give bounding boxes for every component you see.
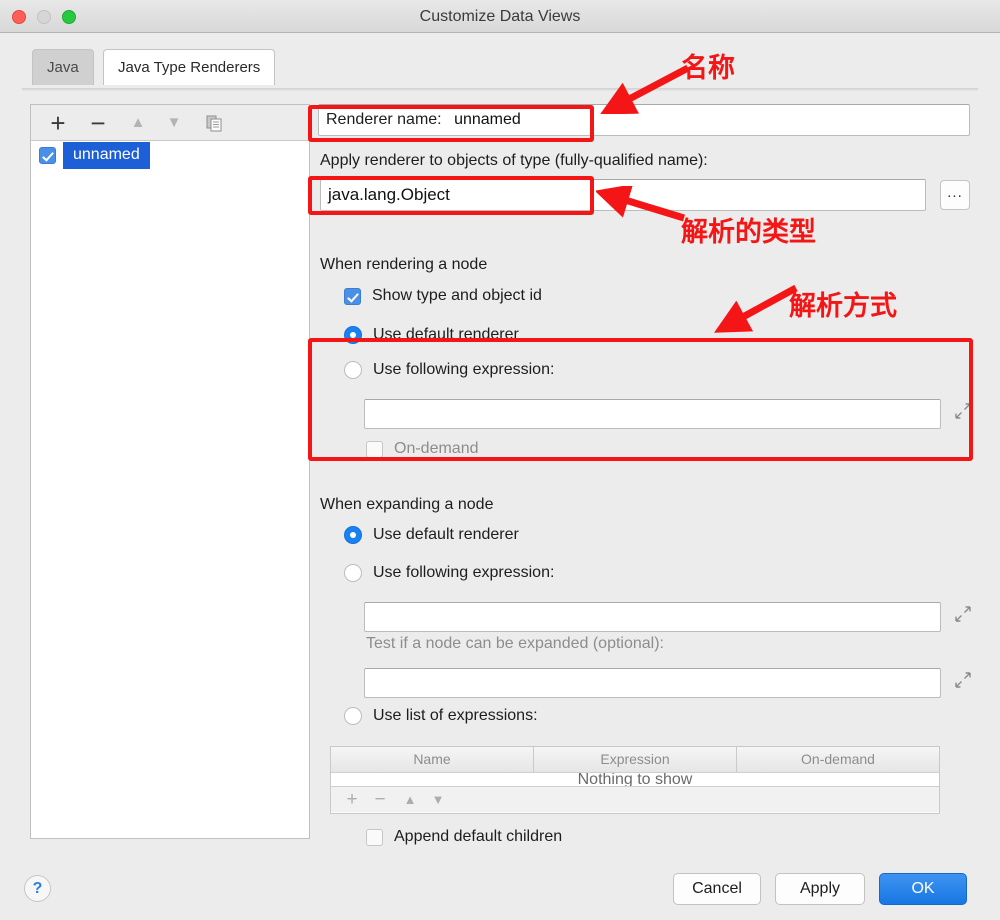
expand-editor-icon[interactable]: [952, 670, 974, 692]
expand-editor-icon[interactable]: [952, 401, 974, 423]
remove-renderer-button[interactable]: −: [81, 105, 115, 141]
renderer-list-toolbar: + − ▲ ▼: [31, 105, 309, 141]
expressions-table: Name Expression On-demand Nothing to sho…: [330, 746, 940, 814]
duplicate-icon[interactable]: [199, 105, 229, 141]
annotation-label-type: 解析的类型: [681, 217, 816, 248]
show-type-checkbox[interactable]: [344, 287, 361, 305]
table-remove-button[interactable]: −: [369, 787, 391, 812]
renderer-name-input[interactable]: Renderer name: unnamed: [318, 104, 970, 136]
expanding-use-default-label: Use default renderer: [373, 526, 519, 543]
table-add-button[interactable]: +: [341, 787, 363, 812]
column-header-name[interactable]: Name: [331, 747, 534, 772]
rendering-use-expression-label: Use following expression:: [373, 361, 555, 378]
annotation-label-name: 名称: [681, 53, 735, 84]
renderer-detail-pane: Renderer name: unnamed Apply renderer to…: [318, 104, 971, 846]
renderer-name-value: unnamed: [454, 111, 521, 128]
dialog-content: + − ▲ ▼ unnamed Renderer name: unnamed A…: [22, 91, 978, 847]
append-default-children-label: Append default children: [394, 828, 563, 845]
rendering-section-title: When rendering a node: [320, 256, 488, 273]
browse-type-button[interactable]: ...: [940, 180, 970, 210]
show-type-label: Show type and object id: [372, 287, 542, 304]
rendering-on-demand-row[interactable]: On-demand: [366, 440, 479, 458]
renderer-type-input[interactable]: java.lang.Object: [320, 179, 926, 211]
renderer-list-panel: + − ▲ ▼ unnamed: [30, 104, 310, 839]
expanding-use-list-row[interactable]: Use list of expressions:: [344, 707, 538, 725]
table-move-up-button[interactable]: ▲: [399, 787, 421, 812]
window-title: Customize Data Views: [419, 8, 581, 25]
expanding-expression-input[interactable]: [364, 602, 941, 632]
move-up-button[interactable]: ▲: [123, 105, 153, 141]
append-default-children-checkbox[interactable]: [366, 828, 383, 846]
rendering-use-default-renderer-row[interactable]: Use default renderer: [344, 326, 519, 344]
rendering-use-default-radio[interactable]: [344, 326, 362, 344]
expanding-use-expression-radio[interactable]: [344, 564, 362, 582]
title-bar: Customize Data Views: [0, 0, 1000, 33]
expanding-use-expression-label: Use following expression:: [373, 564, 555, 581]
column-header-expression[interactable]: Expression: [534, 747, 737, 772]
move-down-button[interactable]: ▼: [159, 105, 189, 141]
rendering-use-default-label: Use default renderer: [373, 326, 519, 343]
renderer-type-label: Apply renderer to objects of type (fully…: [320, 152, 708, 169]
ok-button[interactable]: OK: [879, 873, 967, 905]
expanding-use-default-radio[interactable]: [344, 526, 362, 544]
apply-button[interactable]: Apply: [775, 873, 865, 905]
show-type-and-object-id-row[interactable]: Show type and object id: [344, 287, 542, 305]
help-button[interactable]: ?: [24, 875, 51, 902]
tab-bar: Java Java Type Renderers: [0, 33, 1000, 89]
list-item-label: unnamed: [63, 141, 150, 169]
cancel-button[interactable]: Cancel: [673, 873, 761, 905]
rendering-on-demand-label: On-demand: [394, 440, 479, 457]
table-empty-message: Nothing to show: [577, 772, 693, 787]
renderer-name-label: Renderer name:: [326, 111, 442, 128]
tab-java-type-renderers[interactable]: Java Type Renderers: [103, 49, 276, 85]
tab-java[interactable]: Java: [32, 49, 94, 85]
expanding-use-list-label: Use list of expressions:: [373, 707, 538, 724]
column-header-on-demand[interactable]: On-demand: [737, 747, 939, 772]
expanding-test-input[interactable]: [364, 668, 941, 698]
expanding-use-list-radio[interactable]: [344, 707, 362, 725]
expanding-test-label: Test if a node can be expanded (optional…: [366, 635, 664, 652]
dialog-window: Customize Data Views Java Java Type Rend…: [0, 0, 1000, 920]
expanding-section-title: When expanding a node: [320, 496, 494, 513]
rendering-use-expression-row[interactable]: Use following expression:: [344, 361, 554, 379]
expanding-use-default-renderer-row[interactable]: Use default renderer: [344, 526, 519, 544]
append-default-children-row[interactable]: Append default children: [366, 828, 562, 846]
rendering-use-expression-radio[interactable]: [344, 361, 362, 379]
table-body: Nothing to show: [331, 772, 939, 787]
table-header-row: Name Expression On-demand: [331, 747, 939, 772]
add-renderer-button[interactable]: +: [41, 105, 75, 141]
table-toolbar: + − ▲ ▼: [331, 787, 939, 812]
annotation-label-method: 解析方式: [789, 291, 897, 322]
table-move-down-button[interactable]: ▼: [427, 787, 449, 812]
expanding-use-expression-row[interactable]: Use following expression:: [344, 564, 554, 582]
rendering-on-demand-checkbox[interactable]: [366, 440, 383, 458]
rendering-expression-input[interactable]: [364, 399, 941, 429]
expand-editor-icon[interactable]: [952, 604, 974, 626]
list-item[interactable]: unnamed: [31, 141, 309, 169]
renderer-enabled-checkbox[interactable]: [39, 146, 56, 164]
